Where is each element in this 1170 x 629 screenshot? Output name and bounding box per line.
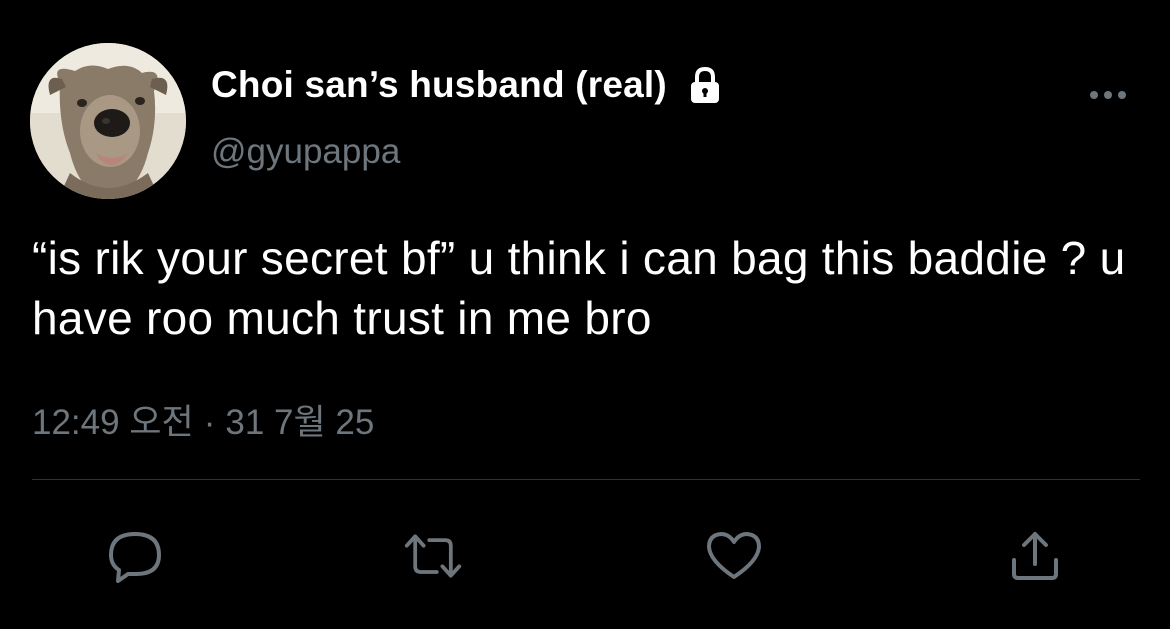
tweet-timestamp[interactable]: 12:49 오전 · 31 7월 25 xyxy=(32,394,374,445)
like-button[interactable] xyxy=(704,528,764,584)
user-handle[interactable]: @gyupappa xyxy=(211,132,400,172)
tweet-card: Choi san’s husband (real) @gyupappa “is … xyxy=(0,0,1170,629)
display-name-row: Choi san’s husband (real) xyxy=(211,60,723,110)
divider xyxy=(32,479,1140,480)
meta-separator: · xyxy=(203,403,216,442)
more-dots-icon xyxy=(1090,91,1126,99)
display-name[interactable]: Choi san’s husband (real) xyxy=(211,64,667,106)
tweet-text: “is rik your secret bf” u think i can ba… xyxy=(32,232,1126,344)
avatar[interactable] xyxy=(30,43,186,199)
lock-icon xyxy=(687,65,723,105)
more-options-button[interactable] xyxy=(1084,80,1134,110)
dog-photo-avatar xyxy=(30,43,186,199)
tweet-time: 12:49 오전 xyxy=(32,403,194,442)
share-button[interactable] xyxy=(1005,528,1065,584)
tweet-date: 31 7월 25 xyxy=(225,403,375,442)
action-bar xyxy=(0,520,1170,590)
comment-icon xyxy=(109,532,161,583)
retweet-button[interactable] xyxy=(403,528,463,584)
reply-button[interactable] xyxy=(105,528,165,584)
heart-icon xyxy=(707,532,761,579)
retweet-icon xyxy=(404,534,462,578)
share-icon xyxy=(1012,532,1058,580)
